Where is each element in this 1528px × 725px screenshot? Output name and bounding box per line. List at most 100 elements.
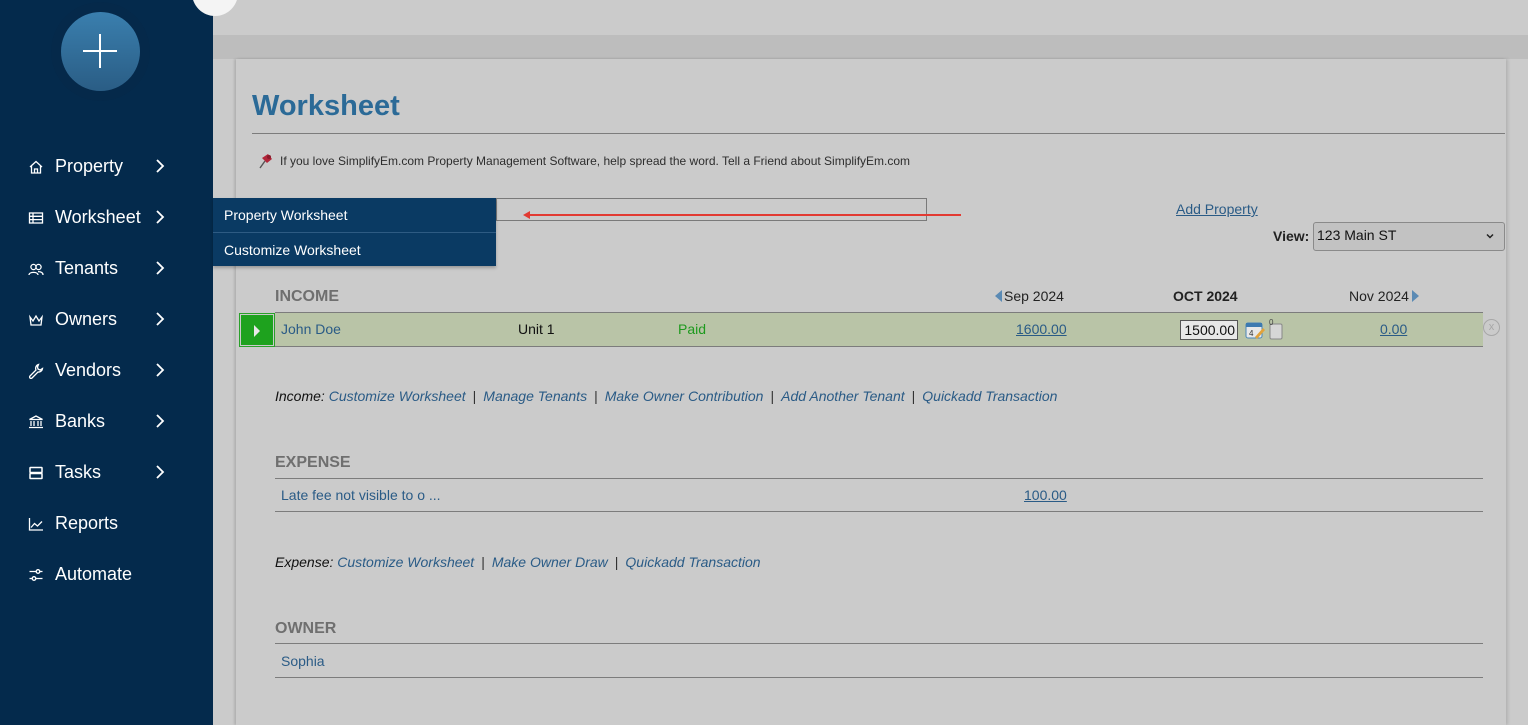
sidebar-item-label: Automate xyxy=(55,564,133,584)
status-badge: Paid xyxy=(678,321,707,337)
customize-worksheet-link[interactable]: Customize Worksheet xyxy=(337,554,474,570)
sidebar-item-label: Owners xyxy=(55,309,118,329)
promo-banner: If you love SimplifyEm.com Property Mana… xyxy=(258,152,910,170)
property-field-box xyxy=(496,198,927,221)
sidebar-item-worksheet[interactable]: Worksheet xyxy=(0,192,213,243)
income-actions: Income: Customize Worksheet | Manage Tenan… xyxy=(275,388,1057,404)
current-month: OCT 2024 xyxy=(1173,288,1238,304)
separator: | xyxy=(594,388,598,404)
prev-month-amount-link[interactable]: 1600.00 xyxy=(1016,321,1067,337)
owner-name-link[interactable]: Sophia xyxy=(281,653,325,669)
divider xyxy=(252,133,1505,134)
expand-row-button[interactable] xyxy=(239,313,275,347)
expense-section-title: EXPENSE xyxy=(275,454,351,471)
divider xyxy=(275,643,1483,644)
quickadd-transaction-link[interactable]: Quickadd Transaction xyxy=(922,388,1057,404)
sidebar-item-label: Tenants xyxy=(55,258,119,278)
make-owner-contribution-link[interactable]: Make Owner Contribution xyxy=(605,388,764,404)
divider xyxy=(275,677,1483,678)
submenu-item-property-worksheet[interactable]: Property Worksheet xyxy=(213,198,496,232)
play-icon xyxy=(254,325,260,337)
separator: | xyxy=(770,388,775,404)
owner-section-title: OWNER xyxy=(275,620,337,637)
sidebar-item-property[interactable]: Property xyxy=(0,141,213,192)
next-month-label: Nov 2024 xyxy=(1349,288,1409,304)
next-month[interactable]: Nov 2024 xyxy=(1349,288,1419,304)
separator: | xyxy=(481,554,485,570)
tasks-icon xyxy=(27,464,45,482)
users-icon xyxy=(27,260,45,278)
chevron-right-icon xyxy=(156,414,165,428)
separator: | xyxy=(911,388,916,404)
income-section-title: INCOME xyxy=(275,288,339,305)
view-label: View: xyxy=(1273,228,1310,244)
promo-text[interactable]: If you love SimplifyEm.com Property Mana… xyxy=(280,154,910,168)
sidebar-item-banks[interactable]: Banks xyxy=(0,396,213,447)
sidebar-item-label: Reports xyxy=(55,513,119,533)
make-owner-draw-link[interactable]: Make Owner Draw xyxy=(492,554,608,570)
chevron-right-icon xyxy=(156,261,165,275)
quickadd-transaction-link[interactable]: Quickadd Transaction xyxy=(625,554,760,570)
sidebar-item-tenants[interactable]: Tenants xyxy=(0,243,213,294)
sidebar-item-label: Banks xyxy=(55,411,106,431)
income-actions-label: Income: xyxy=(275,388,325,404)
previous-month-arrow-icon[interactable] xyxy=(995,290,1002,302)
expense-name-link[interactable]: Late fee not visible to o ... xyxy=(281,487,441,503)
customize-worksheet-link[interactable]: Customize Worksheet xyxy=(329,388,466,404)
sidebar-item-label: Property xyxy=(55,156,124,176)
tenant-name-link[interactable]: John Doe xyxy=(281,321,341,337)
table-row xyxy=(275,312,1483,347)
next-month-amount-link[interactable]: 0.00 xyxy=(1380,321,1407,337)
chevron-right-icon xyxy=(156,312,165,326)
prev-month-label: Sep 2024 xyxy=(1004,288,1064,304)
worksheet-panel: Worksheet If you love SimplifyEm.com Pro… xyxy=(236,59,1506,725)
expense-actions: Expense: Customize Worksheet | Make Owner … xyxy=(275,554,761,570)
current-month-amount-input[interactable] xyxy=(1180,320,1238,340)
close-icon[interactable]: x xyxy=(1483,319,1500,336)
expense-actions-label: Expense: xyxy=(275,554,334,570)
sliders-icon xyxy=(27,566,45,584)
divider xyxy=(275,511,1483,512)
sidebar-nav: Property Worksheet Tenants Owners Vendor… xyxy=(0,141,213,600)
svg-text:4: 4 xyxy=(1249,329,1254,338)
top-bar xyxy=(213,0,1528,35)
chevron-right-icon xyxy=(156,210,165,224)
prev-month[interactable]: Sep 2024 xyxy=(995,288,1064,304)
table-icon xyxy=(27,209,45,227)
next-month-arrow-icon[interactable] xyxy=(1411,290,1419,302)
plus-icon-vertical xyxy=(99,34,101,68)
bank-icon xyxy=(27,413,45,431)
expense-amount-link[interactable]: 100.00 xyxy=(1024,487,1067,503)
add-button[interactable] xyxy=(61,12,140,91)
attachment-icon[interactable]: 0 xyxy=(1267,318,1283,340)
top-band xyxy=(213,35,1528,59)
add-property-link[interactable]: Add Property xyxy=(1176,201,1258,217)
submenu-item-customize-worksheet[interactable]: Customize Worksheet xyxy=(213,232,496,266)
manage-tenants-link[interactable]: Manage Tenants xyxy=(483,388,587,404)
calendar-edit-icon[interactable]: 4 xyxy=(1245,320,1265,340)
sidebar-item-automate[interactable]: Automate xyxy=(0,549,213,600)
page-title: Worksheet xyxy=(252,90,400,122)
sidebar-item-label: Tasks xyxy=(55,462,102,482)
property-view-value: 123 Main ST xyxy=(1317,227,1397,243)
unit-label: Unit 1 xyxy=(518,321,555,337)
separator: | xyxy=(472,388,477,404)
property-view-select[interactable]: 123 Main ST xyxy=(1313,222,1505,251)
pushpin-icon xyxy=(258,152,276,170)
home-icon xyxy=(27,158,45,176)
attachment-count: 0 xyxy=(1269,318,1274,327)
add-another-tenant-link[interactable]: Add Another Tenant xyxy=(781,388,905,404)
sidebar-item-vendors[interactable]: Vendors xyxy=(0,345,213,396)
sidebar-item-label: Vendors xyxy=(55,360,122,380)
sidebar-item-owners[interactable]: Owners xyxy=(0,294,213,345)
sidebar-item-reports[interactable]: Reports xyxy=(0,498,213,549)
chevron-right-icon xyxy=(156,465,165,479)
worksheet-submenu: Property Worksheet Customize Worksheet xyxy=(213,198,496,266)
chevron-right-icon xyxy=(156,363,165,377)
chevron-down-icon xyxy=(1486,233,1494,239)
chart-icon xyxy=(27,515,45,533)
annotation-arrow xyxy=(526,214,961,216)
sidebar-item-tasks[interactable]: Tasks xyxy=(0,447,213,498)
chevron-right-icon xyxy=(156,159,165,173)
separator: | xyxy=(614,554,619,570)
